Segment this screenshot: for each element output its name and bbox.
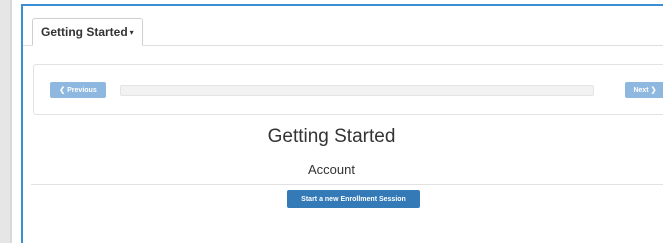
next-button-label: Next <box>633 86 649 94</box>
chevron-left-icon: ❮ <box>59 87 66 94</box>
start-button-label: Start a new Enrollment Session <box>301 195 406 203</box>
page: Getting Started ▾ ❮ Previous Next ❯ Gett… <box>0 0 663 243</box>
tab-getting-started[interactable]: Getting Started ▾ <box>32 18 143 46</box>
previous-button[interactable]: ❮ Previous <box>50 82 106 98</box>
section-divider <box>31 184 663 185</box>
progress-bar <box>120 85 594 96</box>
chevron-right-icon: ❯ <box>650 87 657 94</box>
tab-bar: Getting Started ▾ <box>23 6 663 46</box>
step-navigation: ❮ Previous Next ❯ <box>33 64 663 115</box>
caret-down-icon: ▾ <box>129 27 134 37</box>
left-gutter-divider <box>10 0 12 243</box>
next-button[interactable]: Next ❯ <box>625 82 663 98</box>
previous-button-label: Previous <box>67 86 97 94</box>
section-subtitle: Account <box>308 162 355 177</box>
page-title: Getting Started <box>267 126 396 147</box>
left-gutter <box>0 0 10 243</box>
tab-label: Getting Started <box>41 25 128 39</box>
start-enrollment-session-button[interactable]: Start a new Enrollment Session <box>287 190 420 208</box>
